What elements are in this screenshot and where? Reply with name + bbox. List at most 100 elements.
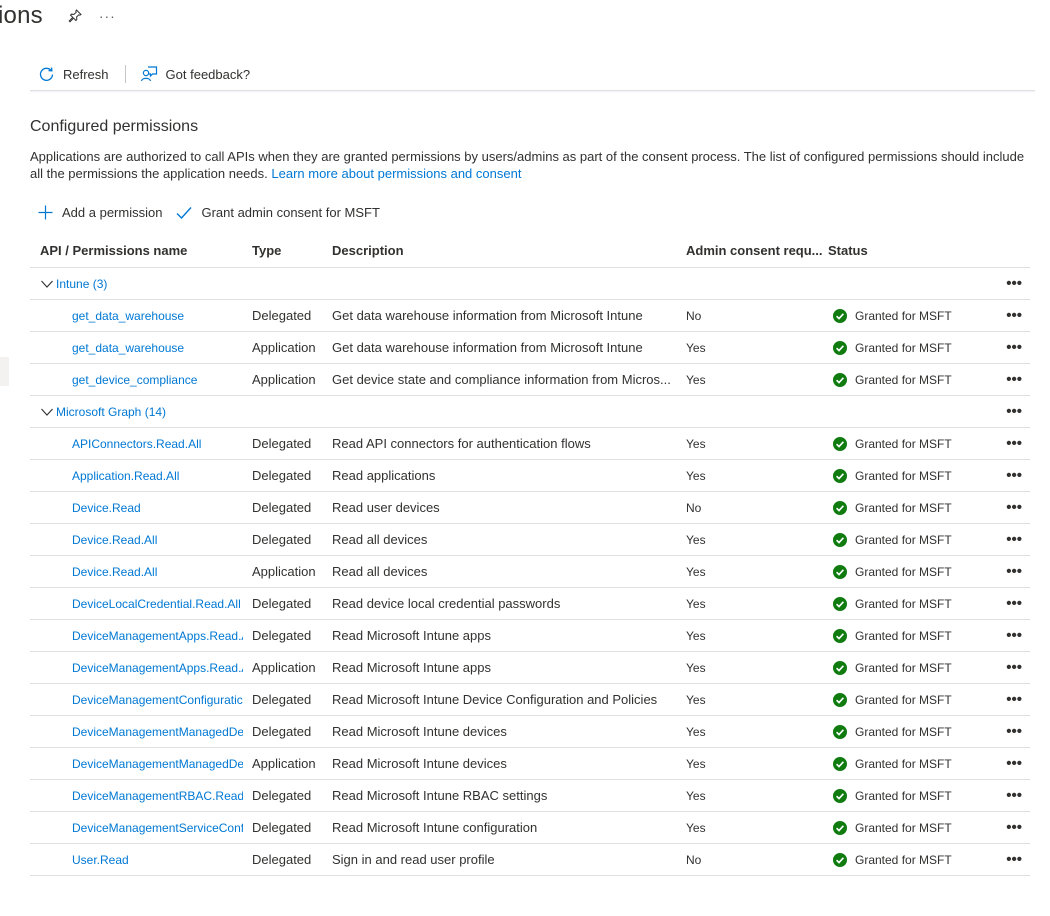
more-icon[interactable]: •••: [1002, 723, 1022, 740]
command-bar: Refresh Got feedback?: [30, 58, 1035, 91]
more-icon[interactable]: •••: [1002, 371, 1022, 388]
pin-icon[interactable]: [67, 8, 83, 24]
permission-type: Application: [252, 564, 327, 579]
permission-type: Delegated: [252, 596, 327, 611]
more-icon[interactable]: •••: [1002, 339, 1022, 356]
status-cell: Granted for MSFT: [828, 309, 968, 323]
table-row: DeviceManagementRBAC.Read.A Delegated Read…: [30, 780, 1030, 812]
permission-name-link[interactable]: DeviceManagementConfiguratic: [72, 693, 243, 707]
permission-name-link[interactable]: get_device_compliance: [72, 373, 243, 387]
permission-description: Get device state and compliance informat…: [332, 372, 677, 387]
status-text: Granted for MSFT: [855, 725, 952, 739]
permission-type: Application: [252, 372, 327, 387]
granted-check-icon: [833, 341, 847, 355]
more-icon[interactable]: •••: [1002, 851, 1022, 868]
admin-consent-required: No: [686, 853, 826, 867]
admin-consent-required: Yes: [686, 821, 826, 835]
more-icon[interactable]: •••: [1002, 403, 1022, 420]
permission-name-link[interactable]: Application.Read.All: [72, 469, 243, 483]
permission-type: Delegated: [252, 308, 327, 323]
permission-name-link[interactable]: DeviceManagementRBAC.Read.A: [72, 789, 243, 803]
status-text: Granted for MSFT: [855, 469, 952, 483]
permission-name-link[interactable]: APIConnectors.Read.All: [72, 437, 243, 451]
permission-description: Read Microsoft Intune RBAC settings: [332, 788, 677, 803]
add-permission-label: Add a permission: [62, 205, 162, 220]
granted-check-icon: [833, 597, 847, 611]
more-icon[interactable]: •••: [1002, 595, 1022, 612]
group-row: Intune (3) •••: [30, 268, 1030, 300]
permission-name-link[interactable]: Device.Read.All: [72, 565, 243, 579]
granted-check-icon: [833, 533, 847, 547]
group-row: Microsoft Graph (14) •••: [30, 396, 1030, 428]
header-admin-consent[interactable]: Admin consent requ...: [686, 243, 826, 258]
admin-consent-required: Yes: [686, 565, 826, 579]
group-toggle[interactable]: Microsoft Graph (14): [40, 405, 340, 419]
add-permission-button[interactable]: Add a permission: [38, 205, 162, 220]
status-cell: Granted for MSFT: [828, 789, 968, 803]
admin-consent-required: Yes: [686, 533, 826, 547]
table-row: get_data_warehouseDelegatedGet data ware…: [30, 300, 1030, 332]
refresh-icon: [38, 66, 55, 83]
table-body: Intune (3) ••• get_data_warehouse Delegated…: [30, 268, 1030, 876]
table-row: get_data_warehouseApplicationGet data wa…: [30, 332, 1030, 364]
status-text: Granted for MSFT: [855, 661, 952, 675]
more-icon[interactable]: •••: [1002, 275, 1022, 292]
more-icon[interactable]: •••: [1002, 659, 1022, 676]
permission-name-link[interactable]: Device.Read.All: [72, 533, 243, 547]
table-row: APIConnectors.Read.AllDelegatedRead API …: [30, 428, 1030, 460]
status-text: Granted for MSFT: [855, 693, 952, 707]
permission-description: Read Microsoft Intune apps: [332, 628, 677, 643]
admin-consent-required: Yes: [686, 693, 826, 707]
permission-type: Delegated: [252, 788, 327, 803]
chevron-down-icon: [40, 279, 54, 289]
table-row: DeviceManagementApps.Read.ADelegatedRead…: [30, 620, 1030, 652]
more-icon[interactable]: •••: [1002, 627, 1022, 644]
check-icon: [176, 206, 192, 220]
page-title: ions: [0, 2, 43, 30]
group-label: Microsoft Graph (14): [56, 405, 166, 419]
permission-name-link[interactable]: DeviceManagementApps.Read.A: [72, 661, 243, 675]
section-title: Configured permissions: [30, 118, 198, 136]
permission-name-link[interactable]: get_data_warehouse: [72, 309, 243, 323]
permission-name-link[interactable]: User.Read: [72, 853, 243, 867]
more-icon[interactable]: •••: [1002, 691, 1022, 708]
permission-name-link[interactable]: DeviceManagementManagedDe: [72, 725, 243, 739]
permission-description: Read API connectors for authentication f…: [332, 436, 677, 451]
grant-admin-consent-button[interactable]: Grant admin consent for MSFT: [176, 205, 379, 220]
status-cell: Granted for MSFT: [828, 469, 968, 483]
granted-check-icon: [833, 629, 847, 643]
group-toggle[interactable]: Intune (3): [40, 277, 340, 291]
more-icon[interactable]: •••: [1002, 499, 1022, 516]
permission-name-link[interactable]: DeviceManagementServiceConfi: [72, 821, 243, 835]
permission-description: Read Microsoft Intune devices: [332, 724, 677, 739]
more-icon[interactable]: •••: [1002, 531, 1022, 548]
feedback-button[interactable]: Got feedback?: [140, 65, 251, 83]
permission-name-link[interactable]: DeviceManagementApps.Read.A: [72, 629, 243, 643]
refresh-button[interactable]: Refresh: [38, 66, 109, 83]
more-icon[interactable]: •••: [1002, 787, 1022, 804]
admin-consent-required: Yes: [686, 373, 826, 387]
status-cell: Granted for MSFT: [828, 597, 968, 611]
more-icon[interactable]: •••: [1002, 307, 1022, 324]
more-icon[interactable]: •••: [1002, 755, 1022, 772]
permission-description: Sign in and read user profile: [332, 852, 677, 867]
permission-name-link[interactable]: DeviceLocalCredential.Read.All: [72, 597, 243, 611]
permission-type: Delegated: [252, 820, 327, 835]
header-more-button[interactable]: ···: [99, 8, 116, 24]
table-header: API / Permissions name Type Description …: [30, 234, 1030, 268]
more-icon[interactable]: •••: [1002, 563, 1022, 580]
status-cell: Granted for MSFT: [828, 533, 968, 547]
status-text: Granted for MSFT: [855, 629, 952, 643]
permission-name-link[interactable]: Device.Read: [72, 501, 243, 515]
permission-name-link[interactable]: get_data_warehouse: [72, 341, 243, 355]
learn-more-link[interactable]: Learn more about permissions and consent: [271, 166, 521, 181]
more-icon[interactable]: •••: [1002, 435, 1022, 452]
granted-check-icon: [833, 821, 847, 835]
status-cell: Granted for MSFT: [828, 661, 968, 675]
more-icon[interactable]: •••: [1002, 467, 1022, 484]
section-description: Applications are authorized to call APIs…: [30, 148, 1030, 182]
admin-consent-required: No: [686, 309, 826, 323]
more-icon[interactable]: •••: [1002, 819, 1022, 836]
permission-name-link[interactable]: DeviceManagementManagedDe: [72, 757, 243, 771]
granted-check-icon: [833, 693, 847, 707]
